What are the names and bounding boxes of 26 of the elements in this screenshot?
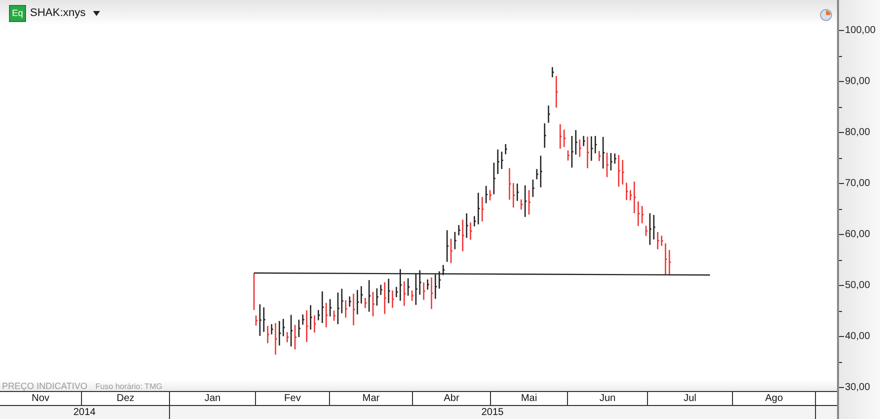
month-label: Jun	[568, 392, 648, 405]
y-axis-label: 70,00	[845, 177, 870, 191]
y-axis-label: 30,00	[845, 381, 870, 395]
month-label: Mai	[491, 392, 568, 405]
month-label: Jul	[648, 392, 733, 405]
year-label: 2014	[0, 406, 170, 419]
month-label: Mar	[330, 392, 413, 405]
month-label: Fev	[256, 392, 330, 405]
month-label: Ago	[733, 392, 816, 405]
y-axis-label: 100,00	[845, 24, 876, 38]
year-label: 2015	[170, 406, 816, 419]
month-label: Nov	[0, 392, 82, 405]
eq-badge: Eq	[9, 4, 26, 22]
price-type-label: PREÇO INDICATIVO	[2, 381, 88, 391]
y-axis-label: 90,00	[845, 75, 870, 89]
y-axis-label: 60,00	[845, 228, 870, 242]
caret-icon[interactable]	[92, 10, 100, 16]
symbol-selector[interactable]: SHAK:xnys	[30, 7, 86, 19]
y-axis-label: 80,00	[845, 126, 870, 140]
month-label: Dez	[82, 392, 170, 405]
trend-line[interactable]	[253, 272, 710, 310]
y-axis-label: 40,00	[845, 330, 870, 344]
y-axis-label: 50,00	[845, 279, 870, 293]
timezone-label: Fuso horário: TMG	[95, 382, 162, 391]
month-label: Abr	[413, 392, 491, 405]
month-label: Jan	[170, 392, 256, 405]
